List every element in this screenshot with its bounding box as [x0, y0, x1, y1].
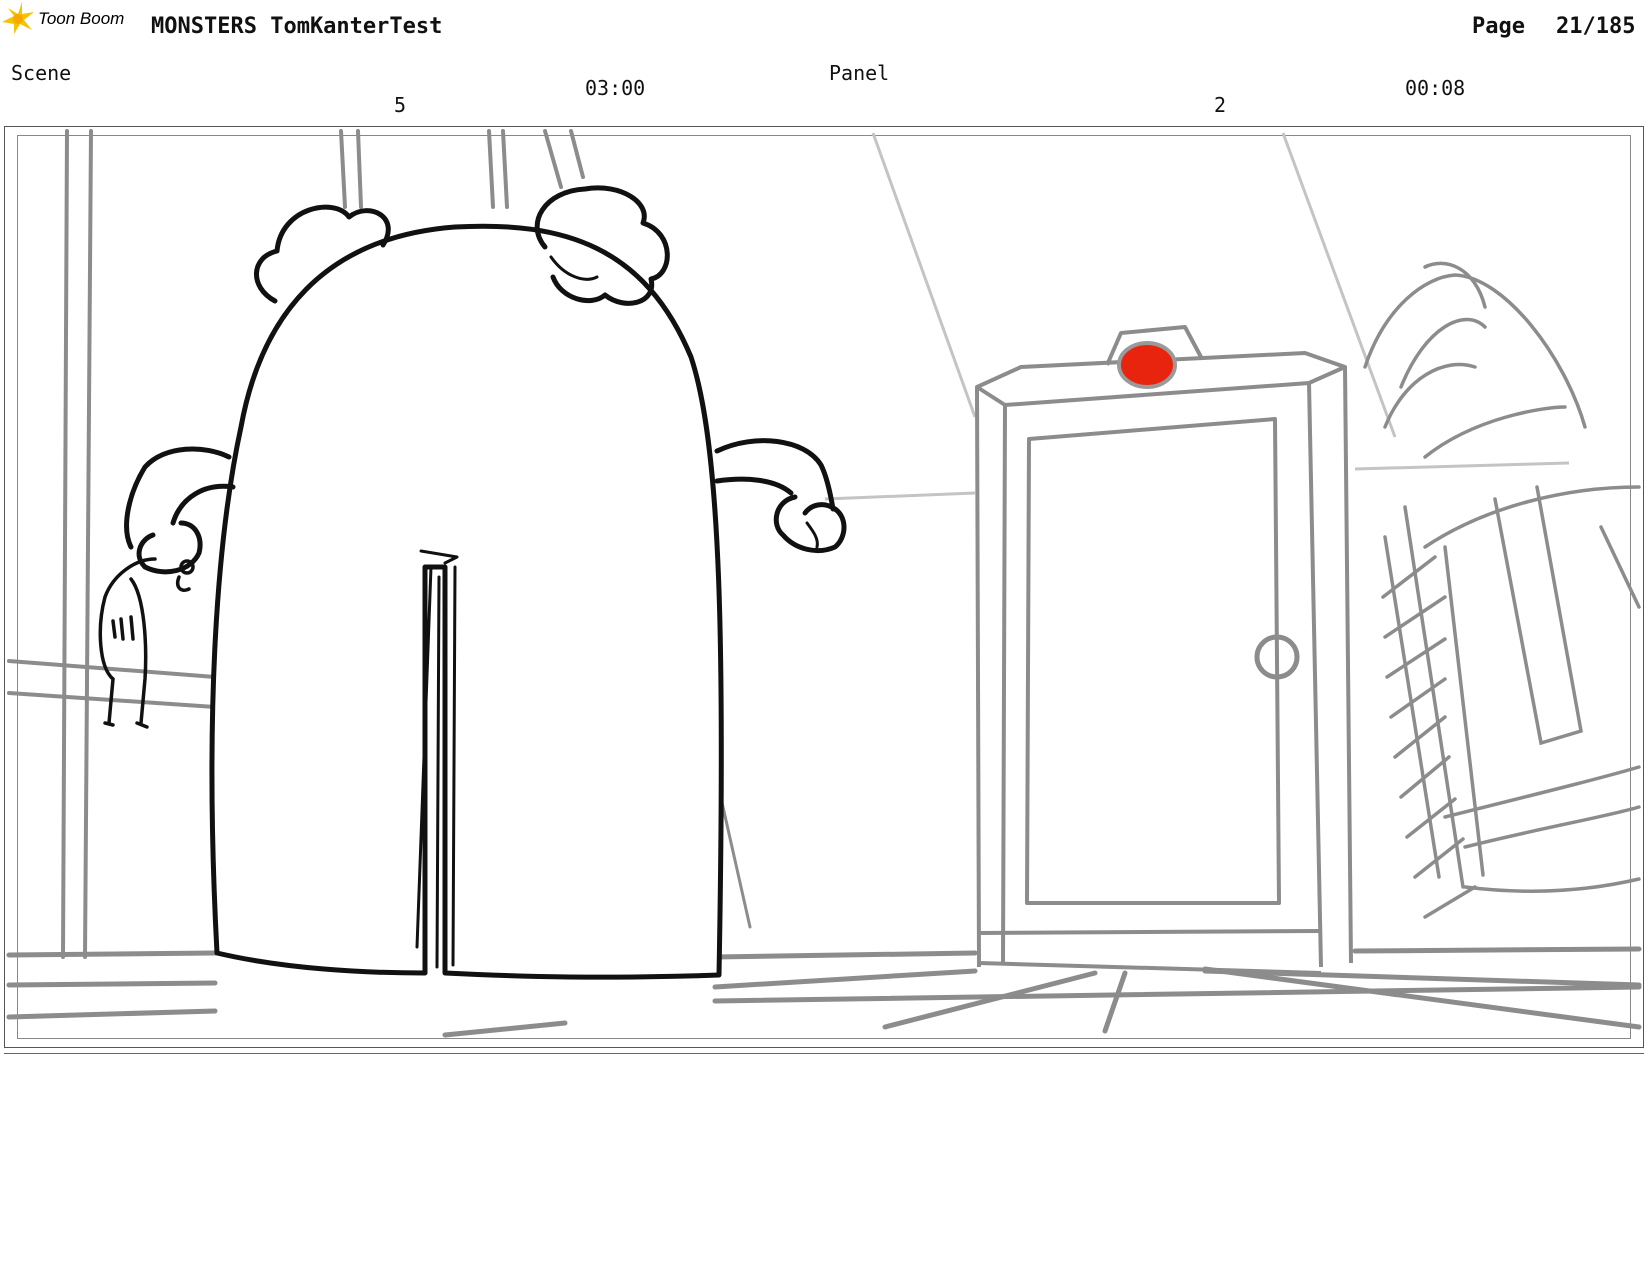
toon-boom-logo: Toon Boom: [2, 2, 124, 34]
page-label: Page: [1472, 14, 1525, 39]
bottom-divider: [4, 1053, 1644, 1054]
scene-label: Scene: [11, 61, 72, 85]
project-title: MONSTERS TomKanterTest: [151, 14, 443, 39]
panel-label: Panel: [829, 61, 890, 85]
storyboard-sketch: [6, 129, 1642, 1038]
panel-duration: 00:08: [1405, 76, 1466, 100]
elevator-door: [975, 325, 1353, 975]
scene-duration: 03:00: [585, 76, 646, 100]
page-number: 21/185: [1556, 14, 1636, 39]
panel-number: 2: [1214, 93, 1227, 117]
monster-character: [124, 185, 847, 980]
scene-number: 5: [394, 93, 407, 117]
rolled-object: [1363, 261, 1641, 919]
comet-icon: [2, 2, 34, 34]
storyboard-panel: [4, 126, 1644, 1048]
logo-wordmark: Toon Boom: [38, 9, 124, 28]
perspective-lines: [824, 132, 1570, 501]
alarm-light: [1117, 341, 1177, 389]
